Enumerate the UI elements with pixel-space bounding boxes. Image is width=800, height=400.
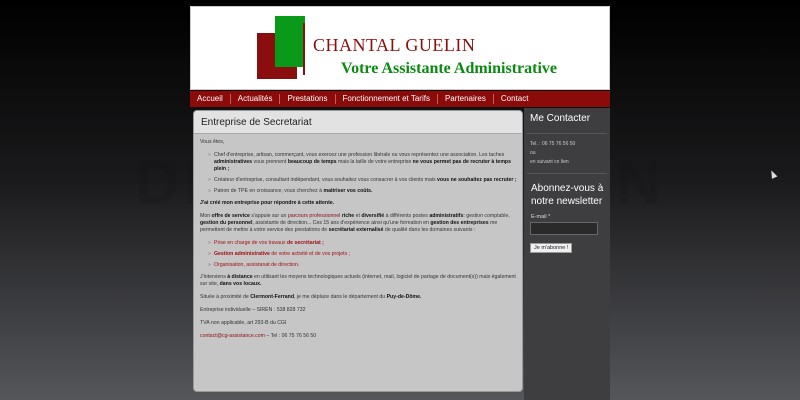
nav-fonctionnement-tarifs[interactable]: Fonctionnement et Tarifs bbox=[336, 94, 438, 104]
list-item: Organisation, assistanat de direction. bbox=[208, 262, 517, 269]
logo-divider bbox=[303, 23, 305, 75]
site-header: CHANTAL GUELIN Votre Assistante Administ… bbox=[190, 6, 610, 90]
mouse-cursor-icon bbox=[768, 169, 778, 179]
intro-text: Vous êtes, bbox=[200, 139, 225, 145]
offer-text: Mon offre de service s'appuie sur un par… bbox=[200, 213, 510, 233]
page: CHANTAL GUELIN Votre Assistante Administ… bbox=[190, 6, 610, 400]
list-item: Chef d'entreprise, artisan, commerçant, … bbox=[208, 152, 517, 173]
nav-contact[interactable]: Contact bbox=[494, 94, 536, 104]
contact-email-link[interactable]: contact@cg-assistance.com bbox=[200, 333, 265, 339]
email-field[interactable] bbox=[530, 222, 598, 235]
nav-partenaires[interactable]: Partenaires bbox=[438, 94, 494, 104]
site-name[interactable]: CHANTAL GUELIN bbox=[313, 35, 475, 56]
created-text: J'ai créé mon entreprise pour répondre à… bbox=[200, 200, 335, 206]
list-item: Créateur d'entreprise, consultant indépe… bbox=[208, 177, 517, 184]
list-item: Patron de TPE en croissance, vous cherch… bbox=[208, 188, 517, 195]
main-title-bar: Entreprise de Secretariat bbox=[194, 111, 522, 134]
divider bbox=[527, 173, 607, 174]
divider bbox=[527, 133, 607, 134]
email-label: E-mail * bbox=[531, 214, 551, 220]
site-tagline: Votre Assistante Administrative bbox=[341, 60, 557, 77]
nav-actualites[interactable]: Actualités bbox=[231, 94, 281, 104]
contact-link[interactable]: en suivant ce lien bbox=[524, 158, 610, 167]
nav-prestations[interactable]: Prestations bbox=[280, 94, 336, 104]
siren-text: Entreprise individuelle – SIREN : 538 82… bbox=[200, 307, 306, 313]
sidebar: Me Contacter Tel. : 06 75 76 56 50 ou en… bbox=[524, 108, 610, 400]
contact-or: ou bbox=[530, 150, 536, 156]
location-text: Située à proximité de Clermont-Ferrand, … bbox=[200, 294, 422, 300]
subscribe-button[interactable]: Je m'abonne ! bbox=[530, 243, 573, 253]
contact-line: contact@cg-assistance.com – Tel : 06 75 … bbox=[200, 333, 317, 339]
list-item: Prise en charge de vos travaux de secrét… bbox=[208, 240, 517, 247]
main-body: Vous êtes, Chef d'entreprise, artisan, c… bbox=[194, 134, 522, 340]
audience-list: Chef d'entreprise, artisan, commerçant, … bbox=[200, 152, 517, 195]
logo-green-square bbox=[275, 16, 305, 67]
contact-tel: Tel. : 06 75 76 56 50 bbox=[530, 141, 576, 147]
main-content: Entreprise de Secretariat Vous êtes, Che… bbox=[193, 110, 523, 392]
main-nav: Accueil Actualités Prestations Fonctionn… bbox=[190, 91, 610, 107]
services-list: Prise en charge de vos travaux de secrét… bbox=[200, 240, 517, 269]
newsletter-title: Abonnez-vous à notre newsletter bbox=[531, 183, 604, 207]
distance-text: J'interviens à distance en utilisant les… bbox=[200, 274, 516, 287]
nav-accueil[interactable]: Accueil bbox=[190, 94, 231, 104]
page-title: Entreprise de Secretariat bbox=[201, 116, 312, 128]
tva-text: TVA non applicable, art 293-B du CGI bbox=[200, 320, 287, 326]
contact-widget-title: Me Contacter bbox=[530, 113, 591, 124]
list-item: Gestion administrative de votre activité… bbox=[208, 251, 517, 258]
